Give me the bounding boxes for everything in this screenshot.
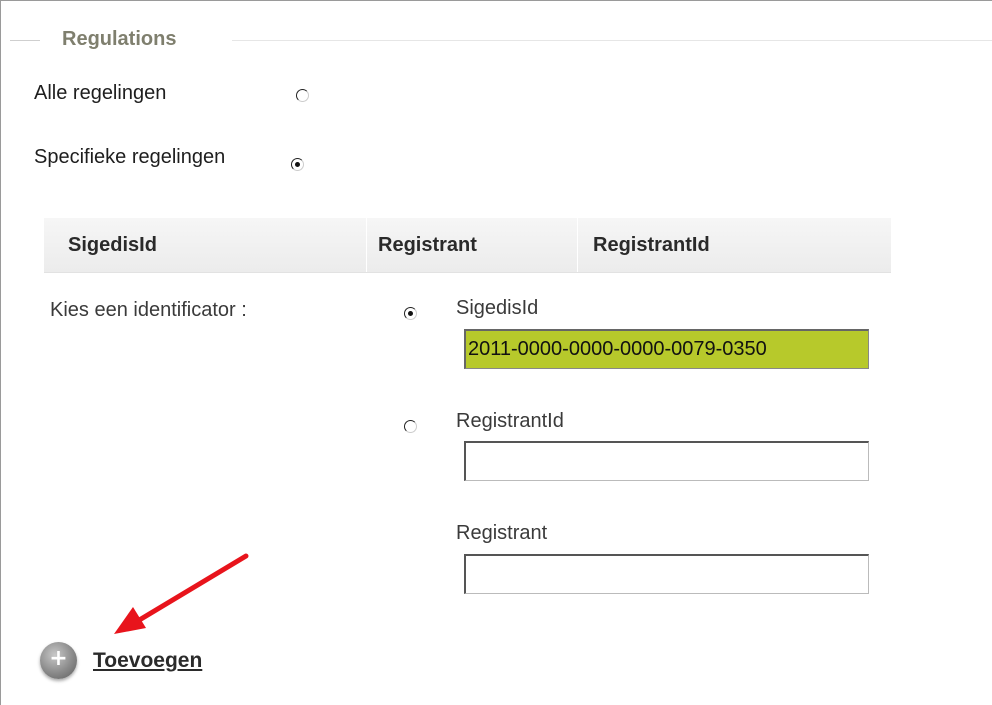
add-link[interactable]: Toevoegen [93, 649, 202, 673]
annotation-arrow [114, 553, 249, 634]
add-button[interactable]: + [40, 642, 77, 679]
plus-icon: + [49, 646, 68, 671]
